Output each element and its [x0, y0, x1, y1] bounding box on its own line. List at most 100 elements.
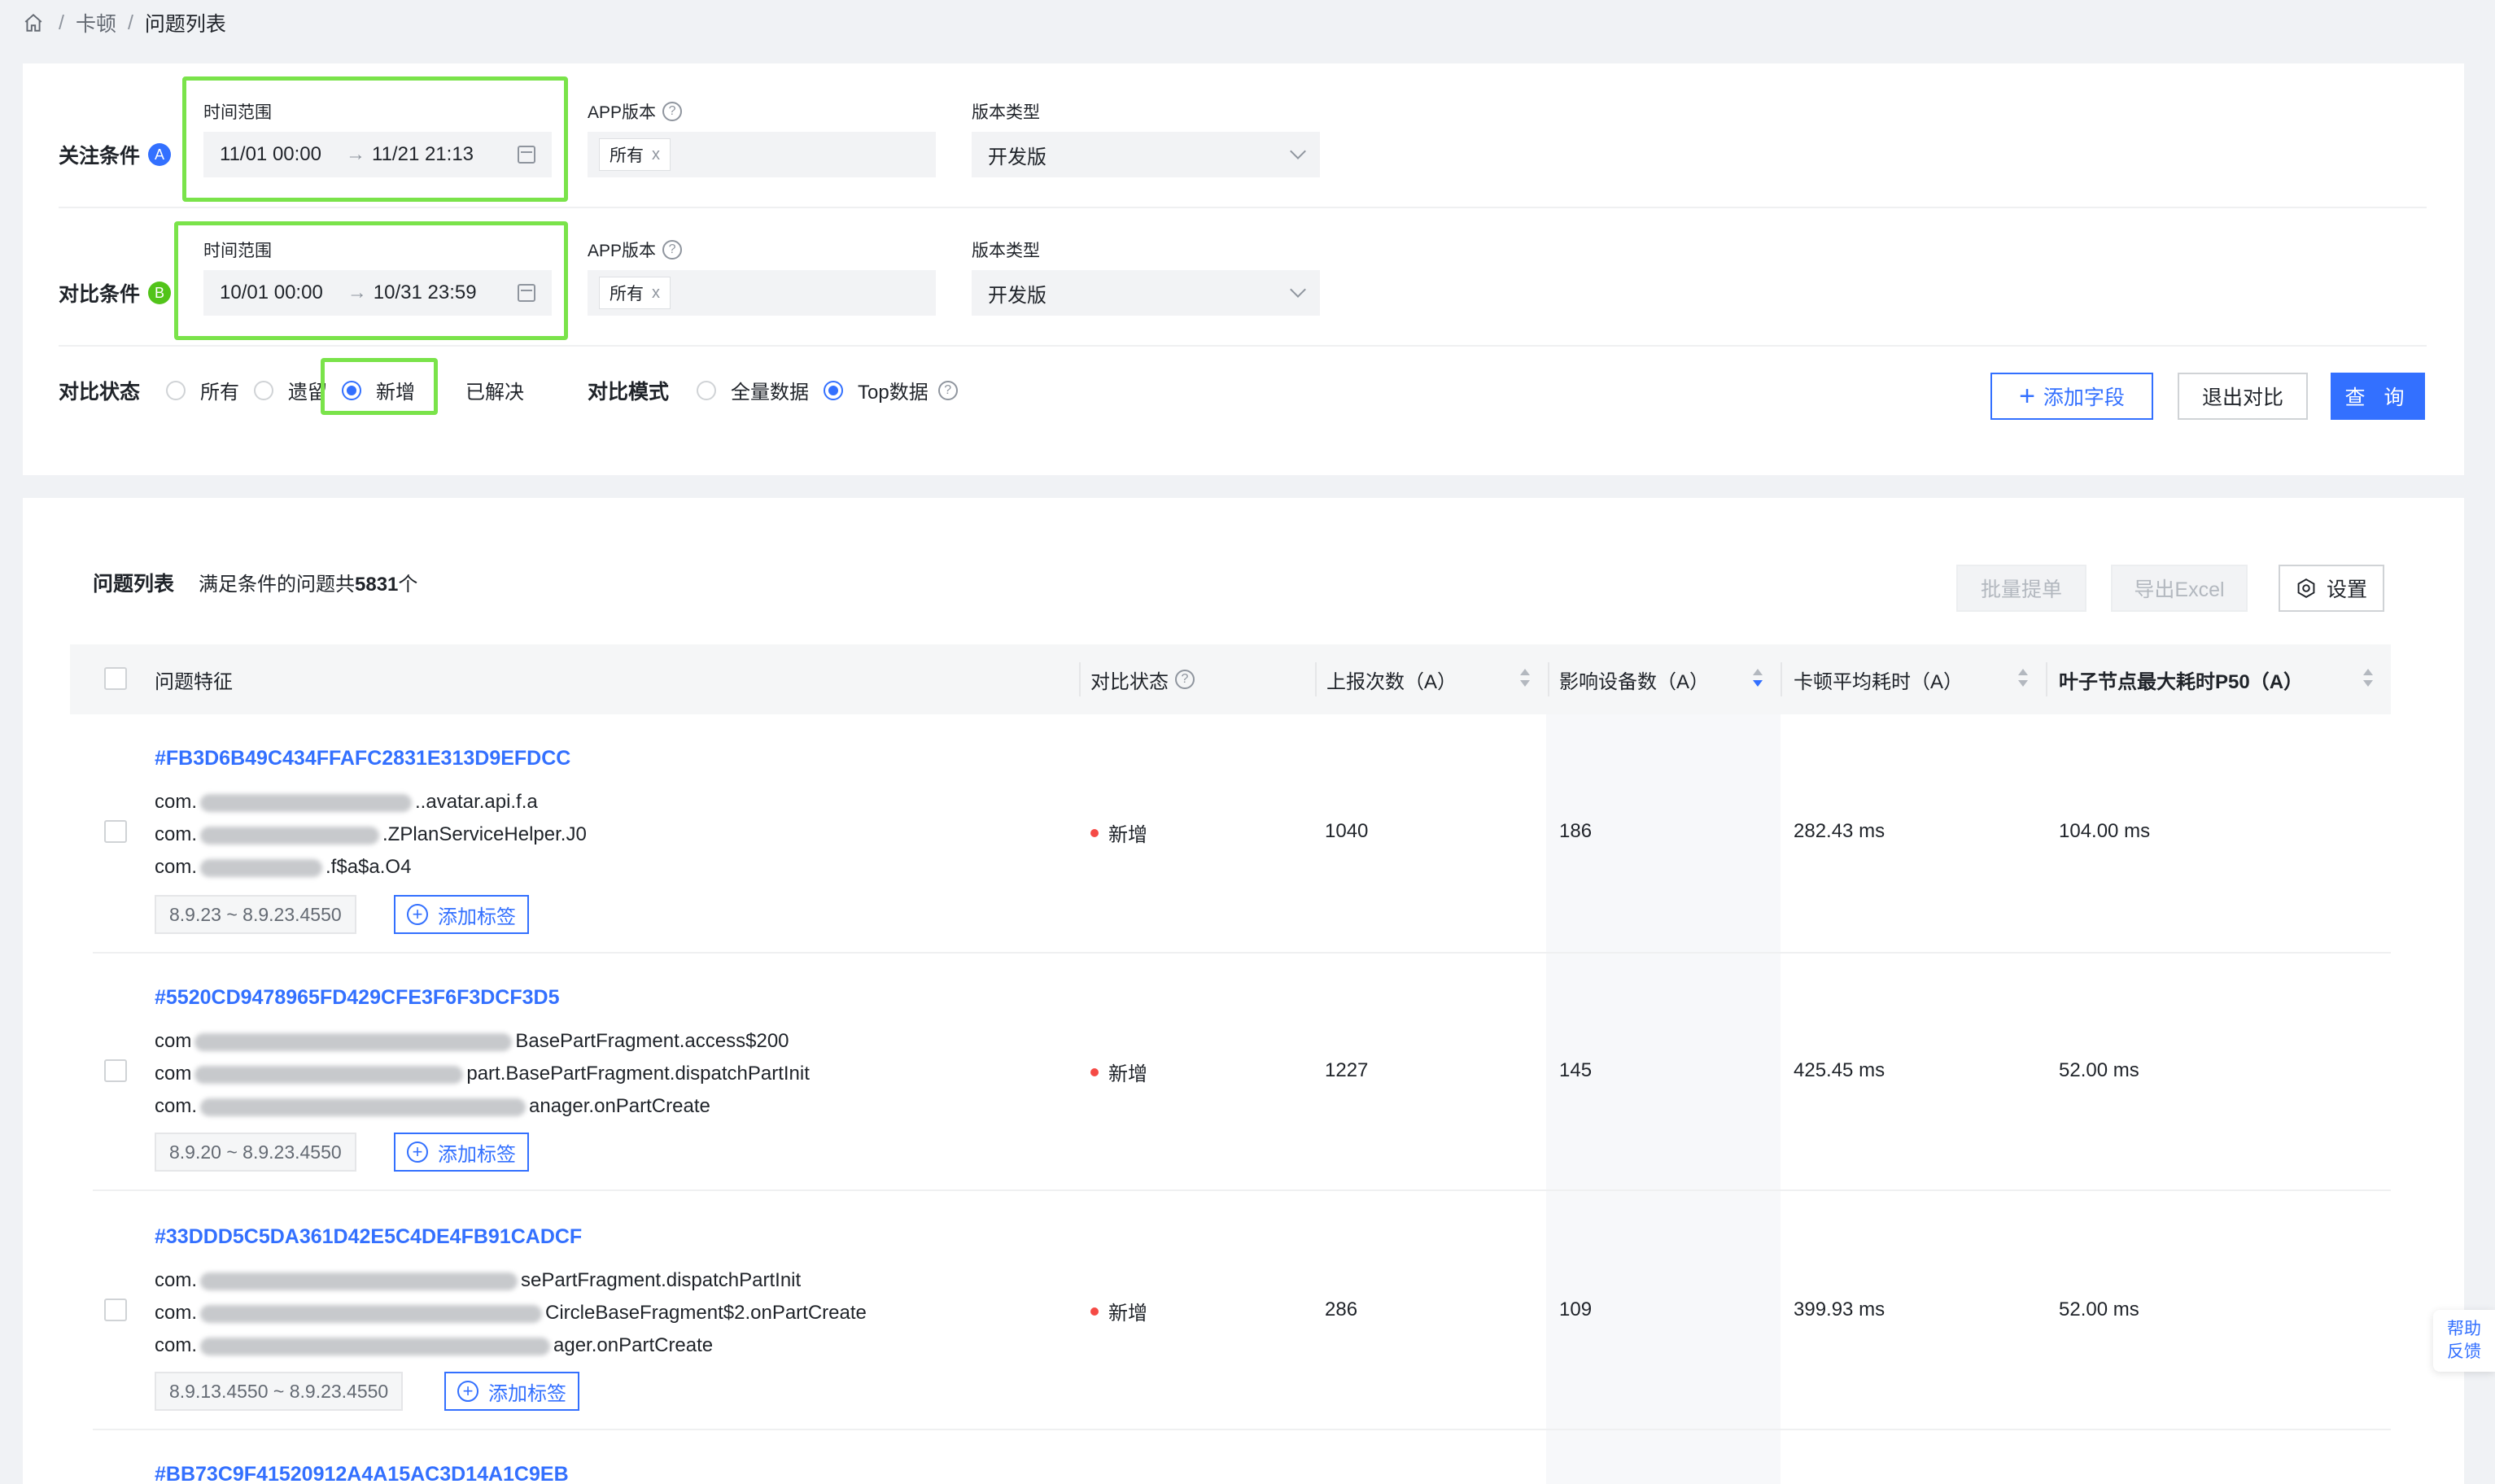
calendar-icon [518, 146, 535, 164]
batch-ticket-button[interactable]: 批量提单 [1956, 565, 2086, 612]
issue-id-link[interactable]: #33DDD5C5DA361D42E5C4DE4FB91CADCF [155, 1225, 582, 1249]
help-icon[interactable]: ? [662, 240, 683, 260]
p50-time: 52.00 ms [2059, 1298, 2139, 1320]
radio-label: 全量数据 [731, 382, 809, 404]
summary-suffix: 个 [398, 574, 418, 596]
focus-label-text: 关注条件 [59, 145, 141, 168]
col-separator [2046, 662, 2047, 696]
plus-circle-icon: + [407, 904, 428, 925]
status-text: 新增 [1108, 1063, 1147, 1085]
col-status-label: 对比状态 [1090, 670, 1169, 693]
breadcrumb-stutter[interactable]: 卡顿 [76, 8, 116, 37]
radio-state-new[interactable]: 新增 [342, 376, 415, 404]
stack-trace: com. ..avatar.api.f.a com. .ZPlanServiceHe… [155, 786, 587, 884]
add-field-button[interactable]: + 添加字段 [1990, 373, 2153, 420]
compare-date-range[interactable]: 10/01 00:00 → 10/31 23:59 [203, 270, 552, 316]
focus-app-tag-text: 所有 [610, 146, 644, 165]
radio-mode-full[interactable]: 全量数据 [697, 376, 809, 404]
stack-suffix: anager.onPartCreate [529, 1095, 710, 1117]
settings-button[interactable]: 设置 [2279, 565, 2384, 612]
row-checkbox[interactable] [104, 820, 127, 843]
status-badge: 新增 [1090, 1058, 1147, 1086]
focus-vtype-select[interactable]: 开发版 [972, 132, 1320, 177]
compare-vtype-label: 版本类型 [972, 242, 1040, 260]
select-all-checkbox[interactable] [104, 667, 127, 690]
row-checkbox[interactable] [104, 1059, 127, 1082]
add-tag-button[interactable]: + 添加标签 [444, 1372, 579, 1411]
focus-app-select[interactable]: 所有 x [588, 132, 936, 177]
compare-label-text: 对比条件 [59, 283, 141, 306]
row-separator [93, 1429, 2391, 1430]
settings-label: 设置 [2326, 578, 2367, 601]
radio-state-resolved[interactable]: 已解决 [444, 376, 524, 404]
col-separator [1548, 662, 1549, 696]
col-devices[interactable]: 影响设备数（A） [1559, 644, 1709, 714]
stack-prefix: com. [155, 856, 198, 878]
issue-id-link[interactable]: #FB3D6B49C434FFAFC2831E313D9EFDCC [155, 747, 570, 770]
report-count: 1227 [1325, 1059, 1369, 1081]
radio-state-all[interactable]: 所有 [166, 376, 239, 404]
exit-compare-button[interactable]: 退出对比 [2178, 373, 2308, 420]
stack-suffix: ager.onPartCreate [553, 1334, 714, 1356]
compare-state-label: 对比状态 [59, 381, 141, 404]
close-icon[interactable]: x [652, 146, 660, 164]
avg-time: 282.43 ms [1794, 820, 1885, 842]
stack-prefix: com. [155, 791, 198, 813]
report-count: 1040 [1325, 820, 1369, 842]
compare-app-select[interactable]: 所有 x [588, 270, 936, 316]
radio-dot [254, 380, 273, 400]
col-p50[interactable]: 叶子节点最大耗时P50（A） [2059, 644, 2303, 714]
version-range-tag: 8.9.13.4550 ~ 8.9.23.4550 [155, 1372, 404, 1411]
chevron-down-icon [1290, 282, 1306, 298]
export-excel-button[interactable]: 导出Excel [2111, 565, 2248, 612]
query-button[interactable]: 查 询 [2331, 373, 2425, 420]
col-separator [1781, 662, 1782, 696]
version-range-tag: 8.9.20 ~ 8.9.23.4550 [155, 1133, 356, 1172]
issue-count: 5831 [355, 574, 399, 596]
help-icon[interactable]: ? [937, 380, 958, 400]
compare-date-start: 10/01 00:00 [220, 282, 323, 303]
compare-date-end: 10/31 23:59 [373, 282, 477, 303]
status-dot [1090, 828, 1099, 837]
stack-suffix: sePartFragment.dispatchPartInit [521, 1269, 802, 1291]
add-tag-button[interactable]: + 添加标签 [394, 1133, 529, 1172]
close-icon[interactable]: x [652, 284, 660, 303]
focus-date-range[interactable]: 11/01 00:00 → 11/21 21:13 [203, 132, 552, 177]
breadcrumb-current: 问题列表 [144, 13, 226, 36]
stack-suffix: ..avatar.api.f.a [415, 791, 538, 813]
focus-app-label-text: APP版本 [588, 103, 657, 122]
sort-icon[interactable] [1520, 669, 1530, 690]
issue-id-link[interactable]: #BB73C9F41520912A4A15AC3D14A1C9EB [155, 1463, 569, 1484]
sort-icon[interactable] [2018, 669, 2028, 690]
stack-suffix: CircleBaseFragment$2.onPartCreate [545, 1302, 867, 1324]
compare-app-tag: 所有 x [599, 277, 671, 309]
help-icon[interactable]: ? [662, 102, 683, 121]
device-count: 145 [1559, 1059, 1593, 1081]
stack-suffix: .ZPlanServiceHelper.J0 [382, 823, 587, 845]
compare-time-label: 时间范围 [203, 242, 272, 260]
home-icon[interactable] [23, 12, 44, 33]
issue-id-link[interactable]: #5520CD9478965FD429CFE3F6F3DCF3D5 [155, 986, 560, 1010]
sort-icon[interactable] [2363, 669, 2373, 690]
focus-app-label: APP版本 ? [588, 99, 683, 124]
col-avg-time[interactable]: 卡顿平均耗时（A） [1794, 644, 1963, 714]
add-tag-label: 添加标签 [438, 906, 516, 928]
compare-vtype-select[interactable]: 开发版 [972, 270, 1320, 316]
compare-app-label-text: APP版本 [588, 242, 657, 260]
chevron-down-icon [1290, 143, 1306, 159]
add-tag-button[interactable]: + 添加标签 [394, 895, 529, 934]
divider [59, 207, 2427, 208]
sort-icon[interactable] [1753, 669, 1763, 690]
radio-state-legacy[interactable]: 遗留 [254, 376, 327, 404]
row-checkbox[interactable] [104, 1298, 127, 1321]
focus-date-end: 11/21 21:13 [372, 143, 474, 165]
gear-icon [2297, 578, 2315, 598]
list-title: 问题列表 [93, 573, 175, 596]
col-reports[interactable]: 上报次数（A） [1326, 644, 1457, 714]
focus-vtype-label: 版本类型 [972, 103, 1040, 122]
focus-date-start: 11/01 00:00 [220, 143, 322, 165]
help-feedback-button[interactable]: 帮助 反馈 [2433, 1310, 2495, 1372]
help-icon[interactable]: ? [1175, 670, 1195, 689]
radio-mode-top[interactable]: Top数据? [824, 376, 958, 404]
row-separator [93, 1189, 2391, 1191]
